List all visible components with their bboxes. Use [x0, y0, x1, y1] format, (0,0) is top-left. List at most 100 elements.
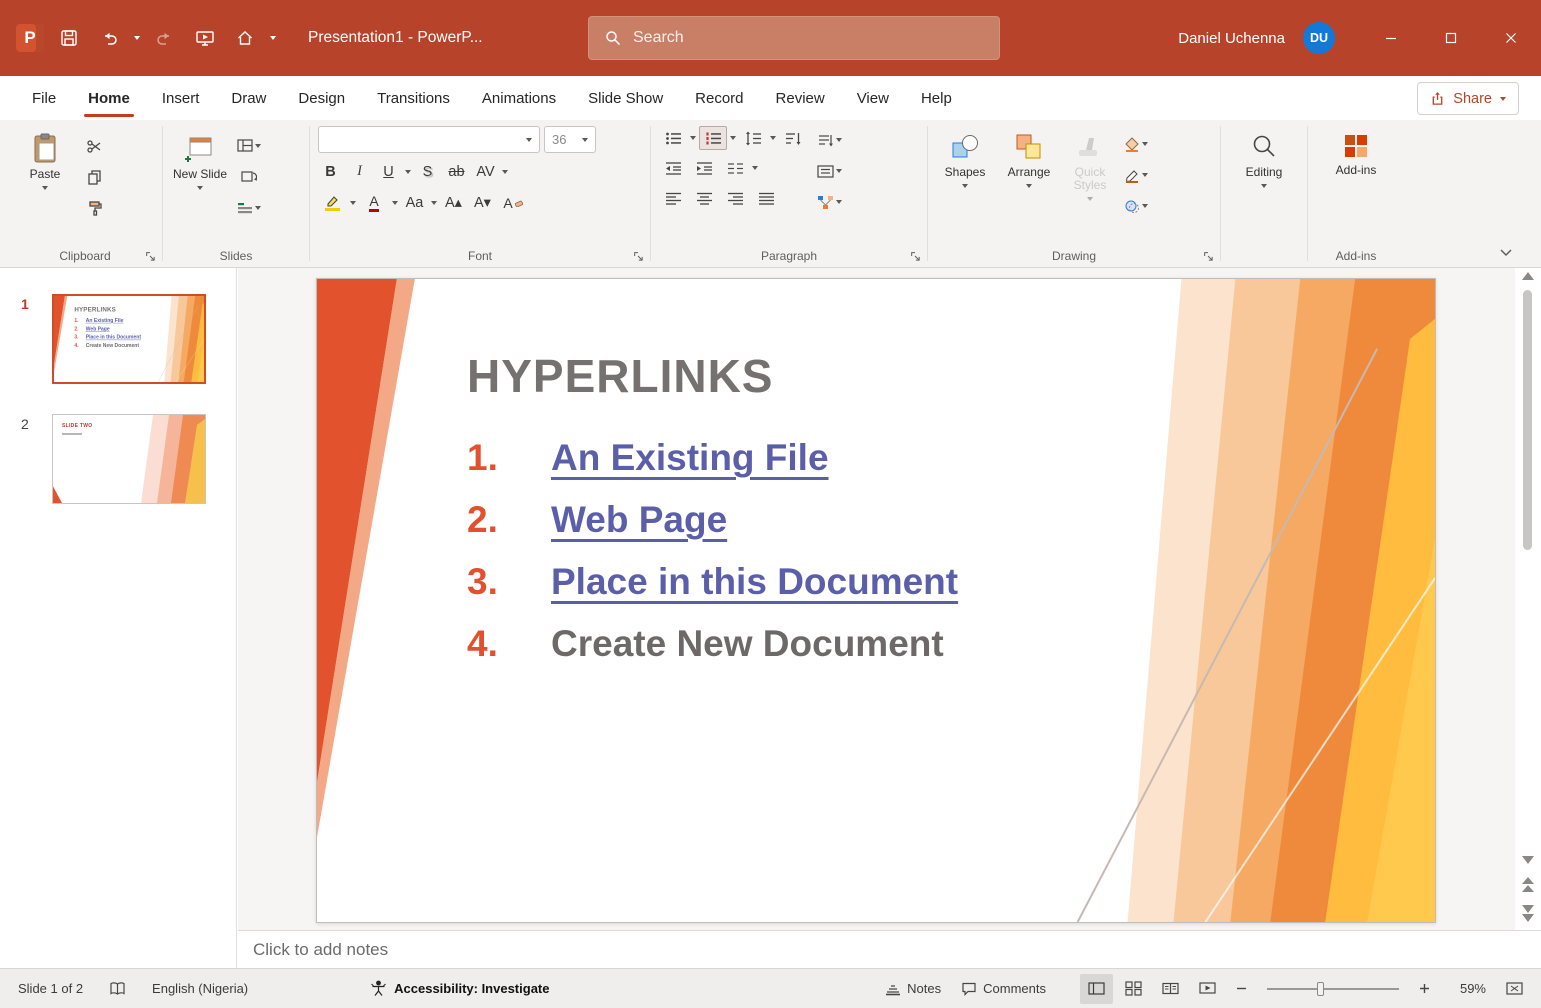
slide-layout-button[interactable] [235, 134, 263, 158]
save-button[interactable] [54, 23, 84, 53]
convert-to-smartart-button[interactable] [815, 190, 843, 214]
minimize-button[interactable] [1361, 0, 1421, 76]
tab-review[interactable]: Review [760, 76, 841, 120]
italic-button[interactable]: I [347, 159, 372, 184]
share-button[interactable]: Share [1417, 82, 1519, 115]
slide-title[interactable]: HYPERLINKS [467, 349, 773, 403]
change-case-button[interactable]: Aa [402, 190, 427, 215]
increase-indent-button[interactable] [690, 156, 718, 180]
search-input[interactable] [633, 29, 983, 47]
redo-button[interactable] [150, 23, 180, 53]
bullets-button[interactable] [659, 126, 687, 150]
undo-button[interactable] [94, 23, 124, 53]
comments-toggle-button[interactable]: Comments [953, 974, 1054, 1004]
font-color-chevron-icon[interactable] [392, 201, 398, 205]
font-name-combo[interactable] [318, 126, 540, 153]
normal-view-button[interactable] [1080, 974, 1113, 1004]
vertical-scrollbar[interactable] [1515, 268, 1541, 930]
sort-button[interactable] [779, 126, 807, 150]
slide-show-view-button[interactable] [1191, 974, 1224, 1004]
tab-home[interactable]: Home [72, 76, 146, 120]
columns-chevron-icon[interactable] [752, 166, 758, 170]
hyperlink-an-existing-file[interactable]: An Existing File [551, 437, 829, 479]
notes-pane[interactable]: Click to add notes [238, 930, 1541, 968]
search-box[interactable] [588, 16, 1000, 60]
text-create-new-document[interactable]: Create New Document [551, 623, 944, 665]
language-indicator[interactable]: English (Nigeria) [152, 981, 248, 996]
character-spacing-chevron-icon[interactable] [502, 170, 508, 174]
new-slide-button[interactable]: New Slide [171, 126, 229, 245]
notes-toggle-button[interactable]: Notes [877, 974, 949, 1004]
undo-chevron-icon[interactable] [134, 36, 140, 40]
hyperlink-place-in-this-document[interactable]: Place in this Document [551, 561, 958, 603]
change-case-chevron-icon[interactable] [431, 201, 437, 205]
scroll-up-arrow[interactable] [1522, 272, 1534, 280]
scrollbar-thumb[interactable] [1523, 290, 1532, 550]
line-spacing-chevron-icon[interactable] [770, 136, 776, 140]
reading-view-button[interactable] [1154, 974, 1187, 1004]
align-text-button[interactable] [815, 159, 843, 183]
clipboard-dialog-launcher[interactable] [143, 249, 157, 263]
align-right-button[interactable] [721, 186, 749, 210]
editing-button[interactable]: Editing [1235, 126, 1293, 245]
tab-file[interactable]: File [16, 76, 72, 120]
slide-indicator[interactable]: Slide 1 of 2 [18, 981, 83, 996]
align-left-button[interactable] [659, 186, 687, 210]
line-spacing-button[interactable] [739, 126, 767, 150]
slide-sorter-view-button[interactable] [1117, 974, 1150, 1004]
character-spacing-button[interactable]: AV [473, 159, 498, 184]
close-button[interactable] [1481, 0, 1541, 76]
text-shadow-button[interactable]: S [415, 159, 440, 184]
shape-fill-button[interactable] [1122, 132, 1150, 156]
hyperlink-web-page[interactable]: Web Page [551, 499, 727, 541]
font-color-button[interactable]: A [360, 191, 388, 215]
quick-styles-button[interactable]: Quick Styles [1064, 126, 1116, 245]
cut-button[interactable] [80, 134, 108, 158]
underline-chevron-icon[interactable] [405, 170, 411, 174]
zoom-slider[interactable] [1267, 988, 1399, 990]
bullets-chevron-icon[interactable] [690, 136, 696, 140]
collapse-ribbon-button[interactable] [1499, 248, 1513, 257]
quick-access-toolbar-chevron-icon[interactable] [270, 36, 276, 40]
tab-slide-show[interactable]: Slide Show [572, 76, 679, 120]
format-painter-button[interactable] [80, 196, 108, 220]
scroll-down-arrow[interactable] [1519, 856, 1537, 864]
zoom-slider-thumb[interactable] [1317, 982, 1324, 996]
numbering-chevron-icon[interactable] [730, 136, 736, 140]
powerpoint-logo-icon[interactable]: P [16, 24, 44, 52]
shape-effects-button[interactable] [1122, 194, 1150, 218]
slide-body-list[interactable]: 1. An Existing File 2. Web Page 3. Place… [467, 427, 958, 675]
clear-formatting-button[interactable]: A [499, 191, 527, 215]
justify-button[interactable] [752, 186, 780, 210]
copy-button[interactable] [80, 165, 108, 189]
font-size-combo[interactable]: 36 [544, 126, 596, 153]
shrink-font-button[interactable]: A▾ [470, 190, 495, 215]
arrange-button[interactable]: Arrange [1000, 126, 1058, 245]
paste-button[interactable]: Paste [16, 126, 74, 245]
section-button[interactable] [235, 196, 263, 220]
paragraph-dialog-launcher[interactable] [908, 249, 922, 263]
fit-slide-to-window-button[interactable] [1498, 974, 1531, 1004]
font-dialog-launcher[interactable] [631, 249, 645, 263]
strikethrough-button[interactable]: ab [444, 159, 469, 184]
tab-insert[interactable]: Insert [146, 76, 216, 120]
home-button[interactable] [230, 23, 260, 53]
drawing-dialog-launcher[interactable] [1201, 249, 1215, 263]
zoom-out-button[interactable] [1228, 974, 1255, 1004]
decrease-indent-button[interactable] [659, 156, 687, 180]
tab-transitions[interactable]: Transitions [361, 76, 466, 120]
maximize-button[interactable] [1421, 0, 1481, 76]
tab-animations[interactable]: Animations [466, 76, 572, 120]
zoom-percentage[interactable]: 59% [1446, 981, 1486, 996]
user-name[interactable]: Daniel Uchenna [1178, 30, 1285, 47]
spell-check-button[interactable] [109, 981, 126, 997]
text-highlight-button[interactable] [318, 191, 346, 215]
columns-button[interactable] [721, 156, 749, 180]
shape-outline-button[interactable] [1122, 163, 1150, 187]
underline-button[interactable]: U [376, 159, 401, 184]
bold-button[interactable]: B [318, 159, 343, 184]
addins-button[interactable]: Add-ins [1327, 126, 1385, 245]
shapes-button[interactable]: Shapes [936, 126, 994, 245]
tab-draw[interactable]: Draw [215, 76, 282, 120]
next-slide-button[interactable] [1519, 905, 1537, 922]
